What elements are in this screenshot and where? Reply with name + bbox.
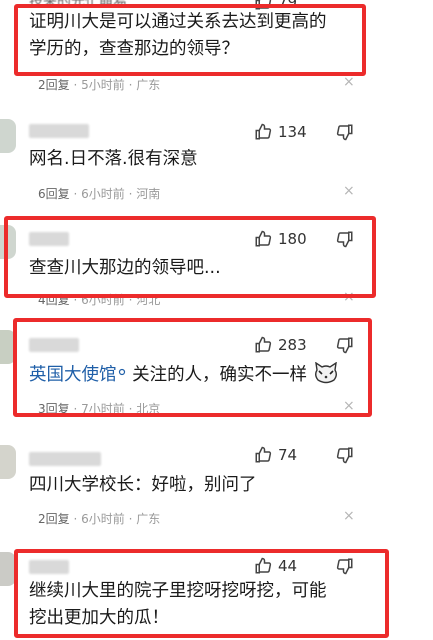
username-blurred[interactable]: [29, 560, 69, 574]
like-count: 74: [278, 446, 298, 464]
reply-count[interactable]: 3回复: [38, 402, 70, 416]
location: 河北: [136, 293, 161, 307]
comment-text: 证明川大是可以通过关系去达到更高的 学历的，查查那边的领导？: [29, 9, 327, 63]
timestamp: 6小时前: [81, 187, 125, 201]
thumbs-down-icon: [336, 231, 353, 248]
close-icon[interactable]: ×: [343, 398, 355, 414]
like-count: 180: [278, 230, 307, 248]
avatar: [0, 445, 16, 479]
avatar: [0, 225, 16, 259]
comment-meta: 2回复 · 6小时前 · 广东: [38, 510, 160, 527]
avatar: [0, 119, 16, 153]
comment-text: 查查川大那边的领导吧...: [29, 258, 221, 278]
close-icon[interactable]: ×: [343, 289, 355, 305]
separator: ·: [73, 187, 78, 201]
like-count: 283: [278, 336, 307, 354]
comment-text: 四川大学校长：好啦，别问了: [29, 475, 257, 495]
comment-line: 挖出更加大的瓜！: [29, 608, 169, 628]
dislike-button[interactable]: [336, 336, 354, 358]
username-blurred[interactable]: [29, 452, 101, 466]
timestamp: 5小时前: [81, 78, 125, 92]
comment-text: 网名.日不落.很有深意: [29, 149, 198, 169]
separator: ·: [73, 512, 78, 526]
comment-meta: 4回复 · 6小时前 · 河北: [38, 291, 160, 308]
thumbs-up-icon: [255, 230, 272, 247]
location: 广东: [136, 512, 161, 526]
separator: ·: [128, 293, 133, 307]
like-button[interactable]: 134: [254, 121, 307, 143]
cat-emoji-icon: [314, 361, 337, 384]
reply-count[interactable]: 2回复: [38, 512, 70, 526]
thumbs-down-icon: [336, 124, 353, 141]
timestamp: 6小时前: [81, 512, 125, 526]
close-icon[interactable]: ×: [343, 74, 355, 90]
reply-count[interactable]: 6回复: [38, 187, 70, 201]
comment-line: 学历的，查查那边的领导？: [29, 39, 239, 59]
dislike-button[interactable]: [336, 230, 354, 252]
comment-1: 技来的光忙崩易 79 证明川大是可以通过关系去达到更高的 学历的，查查那边的领导…: [0, 0, 433, 108]
reply-count[interactable]: 2回复: [38, 78, 70, 92]
close-icon[interactable]: ×: [343, 508, 355, 524]
cat-emoji-icon: [118, 368, 125, 376]
like-button[interactable]: 74: [254, 444, 297, 466]
separator: ·: [128, 78, 133, 92]
comment-meta: 2回复 · 5小时前 · 广东: [38, 76, 160, 93]
location: 广东: [136, 78, 161, 92]
username-blurred[interactable]: [29, 124, 89, 138]
location: 北京: [136, 402, 161, 416]
comment-text: 英国大使馆 关注的人，确实不一样: [29, 361, 339, 389]
separator: ·: [128, 512, 133, 526]
dislike-button[interactable]: [336, 123, 354, 145]
comment-text: 继续川大里的院子里挖呀挖呀挖，可能 挖出更加大的瓜！: [29, 578, 327, 632]
separator: ·: [73, 293, 78, 307]
reply-count[interactable]: 4回复: [38, 293, 70, 307]
mention-tag[interactable]: 英国大使馆: [29, 365, 117, 385]
comment-line: 继续川大里的院子里挖呀挖呀挖，可能: [29, 581, 327, 601]
separator: ·: [128, 402, 133, 416]
avatar: [0, 330, 16, 364]
dislike-button[interactable]: [336, 557, 354, 579]
like-count: 134: [278, 123, 307, 141]
thumbs-down-icon: [336, 447, 353, 464]
like-button[interactable]: 44: [254, 555, 297, 577]
separator: ·: [128, 187, 133, 201]
thumbs-up-icon: [255, 557, 272, 574]
thumbs-down-icon: [336, 337, 353, 354]
thumbs-up-icon: [255, 123, 272, 140]
like-button[interactable]: 283: [254, 334, 307, 356]
location: 河南: [136, 187, 161, 201]
comment-line: 证明川大是可以通过关系去达到更高的: [29, 12, 327, 32]
username-blurred[interactable]: [29, 232, 69, 246]
separator: ·: [73, 402, 78, 416]
thumbs-down-icon: [336, 558, 353, 575]
thumbs-up-icon: [255, 336, 272, 353]
thumbs-up-icon: [255, 446, 272, 463]
dislike-button[interactable]: [336, 446, 354, 468]
avatar: [0, 552, 16, 586]
close-icon[interactable]: ×: [343, 183, 355, 199]
timestamp: 7小时前: [81, 402, 125, 416]
timestamp: 6小时前: [81, 293, 125, 307]
username-blurred[interactable]: [29, 338, 79, 352]
like-count: 44: [278, 557, 298, 575]
comment-meta: 6回复 · 6小时前 · 河南: [38, 185, 160, 202]
comment-text-rest: 关注的人，确实不一样: [126, 365, 308, 385]
comment-meta: 3回复 · 7小时前 · 北京: [38, 400, 160, 417]
like-button[interactable]: 180: [254, 228, 307, 250]
separator: ·: [73, 78, 78, 92]
